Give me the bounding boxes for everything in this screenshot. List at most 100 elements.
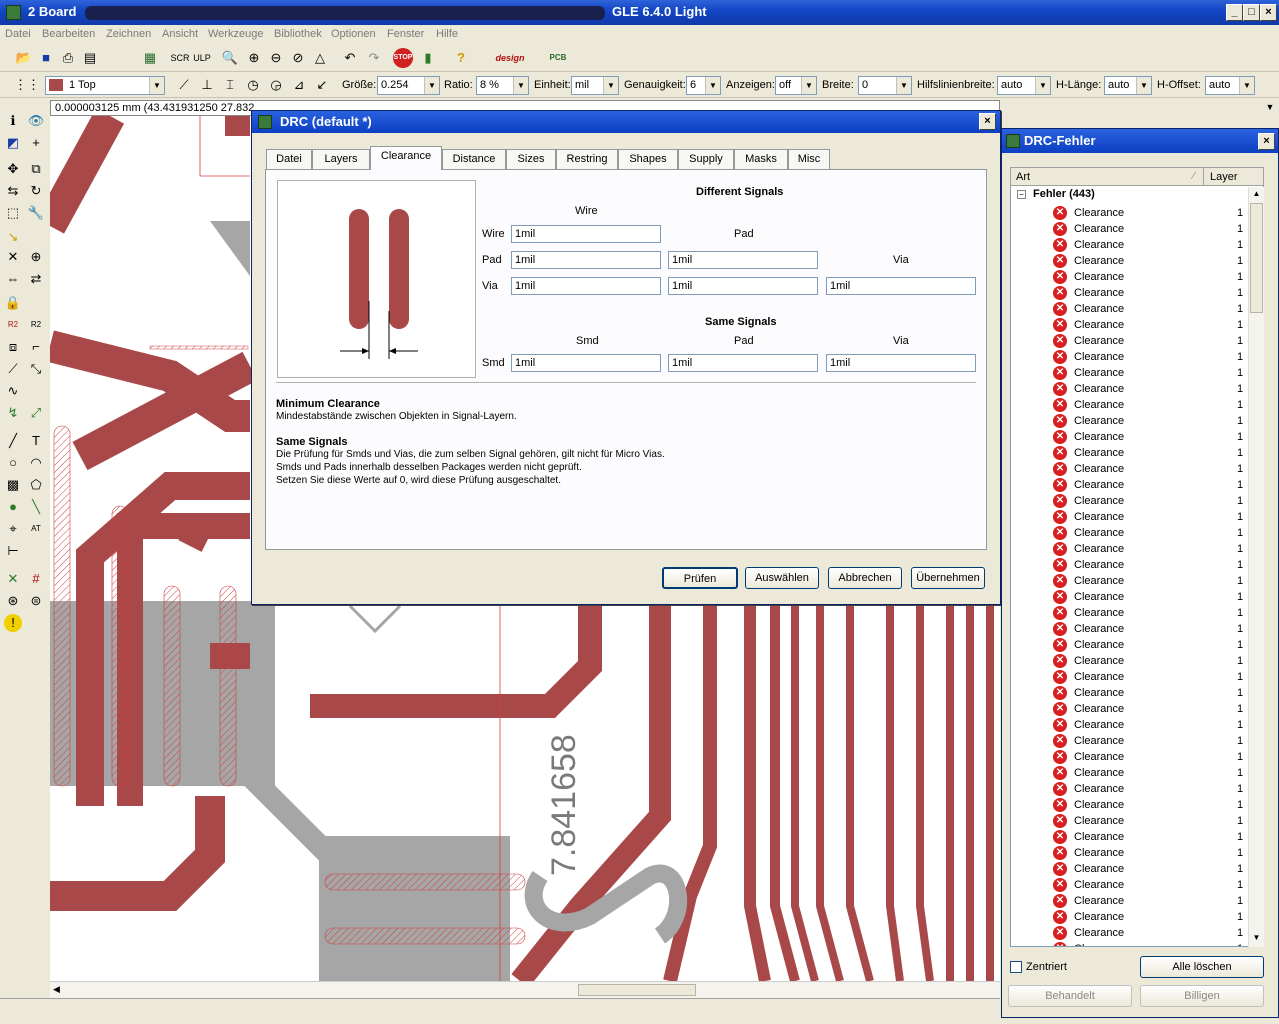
error-row[interactable]: ✕ Clearance 1 [1011, 461, 1251, 477]
error-row[interactable]: ✕ Clearance 1 [1011, 733, 1251, 749]
error-row[interactable]: ✕ Clearance 1 [1011, 493, 1251, 509]
genauigkeit-select[interactable]: 6 ▼ [686, 76, 721, 95]
zoom-fit-icon[interactable]: 🔍 [220, 48, 240, 68]
billigen-button[interactable]: Billigen [1140, 985, 1264, 1007]
via-wire-field[interactable]: 1mil [511, 277, 661, 295]
groesse-select[interactable]: 0.254 ▼ [377, 76, 440, 95]
tab-clearance[interactable]: Clearance [370, 146, 442, 170]
tab-supply[interactable]: Supply [678, 149, 734, 169]
tab-shapes[interactable]: Shapes [618, 149, 678, 169]
tree-collapse-icon[interactable]: − [1017, 190, 1026, 199]
scroll-down-icon[interactable]: ▼ [1250, 933, 1263, 945]
menu-zeichnen[interactable]: Zeichnen [106, 28, 151, 40]
hoffset-select[interactable]: auto ▼ [1205, 76, 1255, 95]
show-icon[interactable]: 👁 [27, 112, 45, 130]
print-icon[interactable]: ⎙ [58, 48, 78, 68]
error-row[interactable]: ✕ Clearance 1 [1011, 365, 1251, 381]
tab-restring[interactable]: Restring [556, 149, 618, 169]
error-row[interactable]: ✕ Clearance 1 [1011, 333, 1251, 349]
menu-bibliothek[interactable]: Bibliothek [274, 28, 322, 40]
wire-icon[interactable]: ╱ [4, 432, 22, 450]
stop-icon[interactable]: STOP [393, 48, 413, 68]
error-row[interactable]: ✕ Clearance 1 [1011, 909, 1251, 925]
pruefen-button[interactable]: Prüfen [662, 567, 738, 589]
menu-optionen[interactable]: Optionen [331, 28, 376, 40]
errors-icon[interactable]: ⊜ [27, 592, 45, 610]
menu-ansicht[interactable]: Ansicht [162, 28, 198, 40]
ratsnest-icon[interactable]: ✕ [4, 570, 22, 588]
mirror-icon[interactable]: ⇆ [4, 182, 22, 200]
mark-icon[interactable]: + [27, 134, 45, 152]
wire-wire-field[interactable]: 1mil [511, 225, 661, 243]
auto-icon[interactable]: # [27, 570, 45, 588]
menu-werkzeuge[interactable]: Werkzeuge [208, 28, 263, 40]
rotate-icon[interactable]: ↻ [27, 182, 45, 200]
error-row[interactable]: ✕ Clearance 1 [1011, 637, 1251, 653]
ripup-icon[interactable]: ↯ [4, 404, 22, 422]
circle-icon[interactable]: ○ [4, 454, 22, 472]
help-icon[interactable]: ? [451, 48, 471, 68]
scroll-up-icon[interactable]: ▲ [1250, 189, 1263, 201]
error-row[interactable]: ✕ Clearance 1 [1011, 877, 1251, 893]
tab-sizes[interactable]: Sizes [506, 149, 556, 169]
hole-icon[interactable]: ⌖ [4, 520, 22, 538]
smd-pad-field[interactable]: 1mil [668, 354, 818, 372]
undo-icon[interactable]: ↶ [340, 48, 360, 68]
zoom-area-icon[interactable]: △ [310, 48, 330, 68]
error-row[interactable]: ✕ Clearance 1 [1011, 653, 1251, 669]
scroll-left-icon[interactable]: ◀ [53, 984, 60, 995]
open-icon[interactable]: 📂 [14, 48, 34, 68]
error-row[interactable]: ✕ Clearance 1 [1011, 589, 1251, 605]
warning-icon[interactable]: ! [4, 614, 22, 632]
pad-pad-field[interactable]: 1mil [668, 251, 818, 269]
drcerr-close-button[interactable]: × [1258, 133, 1275, 150]
tab-distance[interactable]: Distance [442, 149, 506, 169]
rect-icon[interactable]: ▩ [4, 476, 22, 494]
hilfsbreite-select[interactable]: auto ▼ [997, 76, 1051, 95]
delete-icon[interactable]: ✕ [4, 248, 22, 266]
error-row[interactable]: ✕ Clearance 1 [1011, 781, 1251, 797]
error-row[interactable]: ✕ Clearance 1 [1011, 317, 1251, 333]
error-row[interactable]: ✕ Clearance 1 [1011, 717, 1251, 733]
error-row[interactable]: ✕ Clearance 1 [1011, 621, 1251, 637]
error-row[interactable]: ✕ Clearance 1 [1011, 765, 1251, 781]
error-row[interactable]: ✕ Clearance 1 [1011, 749, 1251, 765]
error-row[interactable]: ✕ Clearance 1 [1011, 893, 1251, 909]
tab-masks[interactable]: Masks [734, 149, 788, 169]
add-icon[interactable]: ⊕ [27, 248, 45, 266]
error-row[interactable]: ✕ Clearance 1 [1011, 541, 1251, 557]
cam-icon[interactable]: ▤ [80, 48, 100, 68]
menu-hilfe[interactable]: Hilfe [436, 28, 458, 40]
error-row[interactable]: ✕ Clearance 1 [1011, 397, 1251, 413]
go-icon[interactable]: ▮ [418, 48, 438, 68]
error-row[interactable]: ✕ Clearance 1 [1011, 349, 1251, 365]
col-art-header[interactable]: Art [1016, 171, 1030, 183]
error-row[interactable]: ✕ Clearance 1 [1011, 221, 1251, 237]
via-icon[interactable]: ● [4, 498, 22, 516]
error-row[interactable]: ✕ Clearance 1 [1011, 813, 1251, 829]
behandelt-button[interactable]: Behandelt [1008, 985, 1132, 1007]
abbrechen-button[interactable]: Abbrechen [828, 567, 902, 589]
bend-free-icon[interactable]: ↙ [312, 75, 332, 95]
arc-cw-icon[interactable]: ◷ [243, 75, 263, 95]
error-row[interactable]: ✕ Clearance 1 [1011, 301, 1251, 317]
meander-icon[interactable]: ∿ [4, 382, 22, 400]
col-layer-header[interactable]: Layer [1210, 171, 1238, 183]
error-row[interactable]: ✕ Clearance 1 [1011, 205, 1251, 221]
scr-icon[interactable]: SCR [170, 48, 190, 68]
signal-icon[interactable]: ╲ [27, 498, 45, 516]
info-icon[interactable]: ℹ [4, 112, 22, 130]
zoom-redraw-icon[interactable]: ⊘ [288, 48, 308, 68]
error-row[interactable]: ✕ Clearance 1 [1011, 237, 1251, 253]
error-row[interactable]: ✕ Clearance 1 [1011, 269, 1251, 285]
wire-bend3-icon[interactable]: ⌶ [220, 75, 240, 95]
error-row[interactable]: ✕ Clearance 1 [1011, 253, 1251, 269]
grid-icon[interactable]: ⋮⋮ [14, 75, 40, 95]
pinswap-icon[interactable]: ⇔ [4, 270, 22, 288]
text-icon[interactable]: T [27, 432, 45, 450]
wire-bend2-icon[interactable]: ⊥ [197, 75, 217, 95]
error-row[interactable]: ✕ Clearance 1 [1011, 845, 1251, 861]
auswaehlen-button[interactable]: Auswählen [745, 567, 819, 589]
errors-root[interactable]: Fehler (443) [1033, 188, 1095, 200]
close-button[interactable]: × [1260, 4, 1277, 21]
